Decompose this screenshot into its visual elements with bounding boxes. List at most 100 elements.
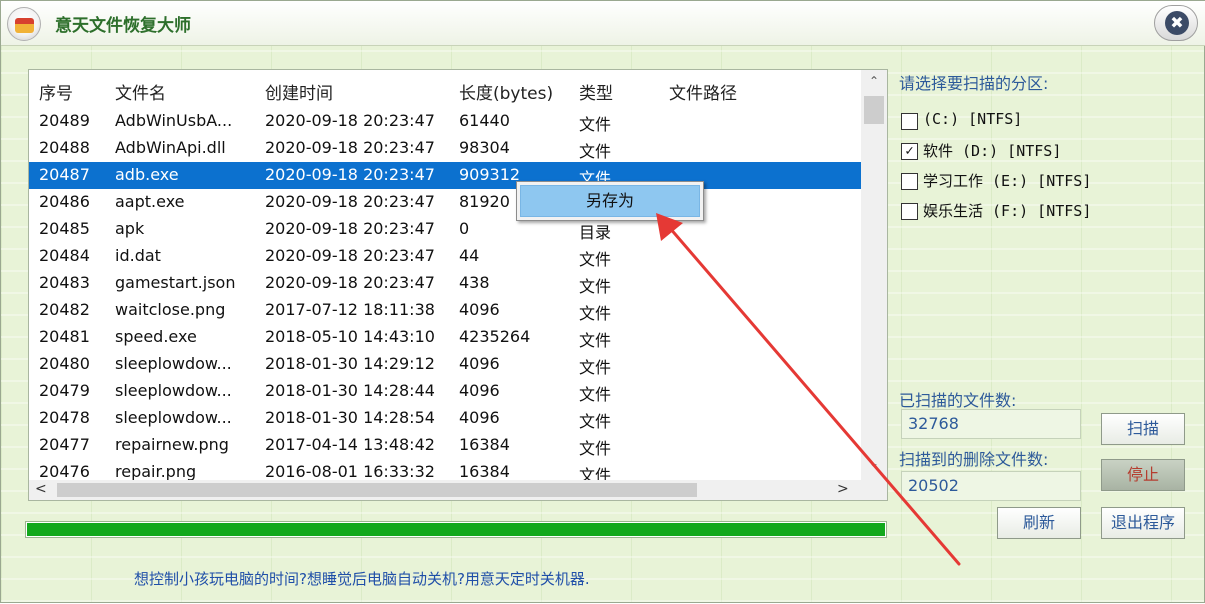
- partition-e-checkbox[interactable]: [901, 173, 918, 190]
- vertical-scrollbar[interactable]: ⌃ ⌄: [861, 70, 887, 480]
- scroll-right-icon[interactable]: >: [837, 481, 849, 497]
- table-row[interactable]: 20488 AdbWinApi.dll 2020-09-18 20:23:47 983…: [29, 135, 861, 162]
- deleted-count-field: 20502: [901, 471, 1081, 501]
- deleted-count-label: 扫描到的删除文件数:: [899, 450, 1049, 469]
- horizontal-scrollbar[interactable]: < >: [29, 480, 861, 500]
- column-header-path[interactable]: 文件路径: [669, 79, 737, 104]
- column-header-index[interactable]: 序号: [39, 79, 73, 104]
- window-title: 意天文件恢复大师: [55, 16, 191, 36]
- cell-index: 20480: [39, 354, 90, 373]
- cell-type: 目录: [579, 223, 612, 242]
- refresh-button[interactable]: 刷新: [997, 507, 1081, 539]
- cell-created: 2016-08-01 16:33:32: [265, 462, 435, 481]
- cell-index: 20488: [39, 138, 90, 157]
- exit-button[interactable]: 退出程序: [1101, 507, 1185, 539]
- scan-progress-fill: [27, 523, 885, 536]
- cell-size: 98304: [459, 138, 510, 157]
- partition-d[interactable]: ✓ 软件 (D:) [NTFS]: [901, 140, 1081, 166]
- context-menu: 另存为: [516, 181, 704, 221]
- column-header-filename[interactable]: 文件名: [115, 79, 166, 104]
- partition-c-checkbox[interactable]: [901, 113, 918, 130]
- cell-created: 2020-09-18 20:23:47: [265, 246, 435, 265]
- close-button[interactable]: ✖: [1154, 5, 1198, 41]
- table-row[interactable]: 20485 apk 2020-09-18 20:23:47 0 目录: [29, 216, 861, 243]
- scan-button[interactable]: 扫描: [1101, 413, 1185, 445]
- title-bar[interactable]: 意天文件恢复大师 ✖: [1, 1, 1205, 46]
- cell-created: 2020-09-18 20:23:47: [265, 138, 435, 157]
- scanned-count-label: 已扫描的文件数:: [899, 391, 1017, 410]
- cell-size: 4096: [459, 300, 500, 319]
- cell-index: 20477: [39, 435, 90, 454]
- app-window: 意天文件恢复大师 ✖ 序号 文件名 创建时间 长度(bytes) 类型 文件路径…: [0, 0, 1205, 603]
- partition-f[interactable]: 娱乐生活 (F:) [NTFS]: [901, 200, 1111, 226]
- cell-filename: waitclose.png: [115, 300, 226, 319]
- column-header-type[interactable]: 类型: [579, 79, 613, 104]
- scroll-up-icon[interactable]: ⌃: [861, 74, 887, 94]
- cell-created: 2017-07-12 18:11:38: [265, 300, 435, 319]
- table-row[interactable]: 20483 gamestart.json 2020-09-18 20:23:47 43…: [29, 270, 861, 297]
- partition-c-label: (C:) [NTFS]: [923, 110, 1023, 128]
- cell-created: 2018-05-10 14:43:10: [265, 327, 435, 346]
- table-row[interactable]: 20487 adb.exe 2020-09-18 20:23:47 909312 文件: [29, 162, 861, 189]
- cell-filename: sleeplowdow...: [115, 354, 232, 373]
- column-header-created[interactable]: 创建时间: [265, 79, 333, 104]
- table-row[interactable]: 20479 sleeplowdow... 2018-01-30 14:28:44 40…: [29, 378, 861, 405]
- cell-size: 4096: [459, 354, 500, 373]
- cell-type: 文件: [579, 358, 612, 377]
- cell-filename: repair.png: [115, 462, 197, 481]
- scroll-down-icon[interactable]: ⌄: [861, 456, 887, 476]
- cell-created: 2020-09-18 20:23:47: [265, 273, 435, 292]
- cell-created: 2020-09-18 20:23:47: [265, 111, 435, 130]
- cell-size: 81920: [459, 192, 510, 211]
- context-menu-save-as[interactable]: 另存为: [520, 185, 700, 217]
- partition-c[interactable]: (C:) [NTFS]: [901, 110, 1071, 136]
- table-row[interactable]: 20477 repairnew.png 2017-04-14 13:48:42 163…: [29, 432, 861, 459]
- vertical-scroll-thumb[interactable]: [864, 96, 884, 124]
- stop-button[interactable]: 停止: [1101, 459, 1185, 491]
- table-row[interactable]: 20486aapt.exe2020-09-18 20:23:4781920文件: [29, 189, 861, 216]
- partition-d-label: 软件 (D:) [NTFS]: [923, 142, 1062, 160]
- cell-filename: sleeplowdow...: [115, 408, 232, 427]
- cell-size: 4096: [459, 381, 500, 400]
- cell-created: 2020-09-18 20:23:47: [265, 165, 435, 184]
- cell-index: 20482: [39, 300, 90, 319]
- cell-type: 文件: [579, 412, 612, 431]
- cell-size: 438: [459, 273, 490, 292]
- column-header-size[interactable]: 长度(bytes): [459, 79, 553, 104]
- cell-index: 20486: [39, 192, 90, 211]
- cell-index: 20479: [39, 381, 90, 400]
- partition-e[interactable]: 学习工作 (E:) [NTFS]: [901, 170, 1111, 196]
- cell-created: 2018-01-30 14:28:44: [265, 381, 435, 400]
- table-row[interactable]: 20480 sleeplowdow... 2018-01-30 14:29:12 40…: [29, 351, 861, 378]
- cell-created: 2018-01-30 14:28:54: [265, 408, 435, 427]
- table-row[interactable]: 20484 id.dat 2020-09-18 20:23:47 44 文件: [29, 243, 861, 270]
- cell-type: 文件: [579, 115, 612, 134]
- cell-filename: AdbWinApi.dll: [115, 138, 226, 157]
- cell-index: 20478: [39, 408, 90, 427]
- cell-filename: gamestart.json: [115, 273, 236, 292]
- cell-size: 4235264: [459, 327, 531, 346]
- cell-size: 909312: [459, 165, 521, 184]
- cell-type: 文件: [579, 142, 612, 161]
- partition-d-checkbox[interactable]: ✓: [901, 143, 918, 160]
- cell-index: 20481: [39, 327, 90, 346]
- scanned-count-field: 32768: [901, 409, 1081, 439]
- cell-created: 2017-04-14 13:48:42: [265, 435, 435, 454]
- promo-link[interactable]: 想控制小孩玩电脑的时间?想睡觉后电脑自动关机?用意天定时关机器.: [134, 568, 590, 589]
- table-row[interactable]: 20481 speed.exe 2018-05-10 14:43:10 4235264…: [29, 324, 861, 351]
- scroll-left-icon[interactable]: <: [35, 481, 47, 497]
- cell-filename: id.dat: [115, 246, 161, 265]
- table-row[interactable]: 20482 waitclose.png 2017-07-12 18:11:38 409…: [29, 297, 861, 324]
- cell-filename: aapt.exe: [115, 192, 185, 211]
- cell-filename: adb.exe: [115, 165, 179, 184]
- table-row[interactable]: 20478 sleeplowdow... 2018-01-30 14:28:54 40…: [29, 405, 861, 432]
- table-row[interactable]: 20489 AdbWinUsbA... 2020-09-18 20:23:47 614…: [29, 108, 861, 135]
- cell-size: 4096: [459, 408, 500, 427]
- cell-filename: repairnew.png: [115, 435, 229, 454]
- horizontal-scroll-thumb[interactable]: [57, 483, 697, 497]
- cell-type: 文件: [579, 331, 612, 350]
- partition-f-checkbox[interactable]: [901, 203, 918, 220]
- file-list[interactable]: 序号 文件名 创建时间 长度(bytes) 类型 文件路径 20489 AdbWi…: [28, 69, 888, 501]
- cell-size: 16384: [459, 462, 510, 481]
- cell-index: 20487: [39, 165, 90, 184]
